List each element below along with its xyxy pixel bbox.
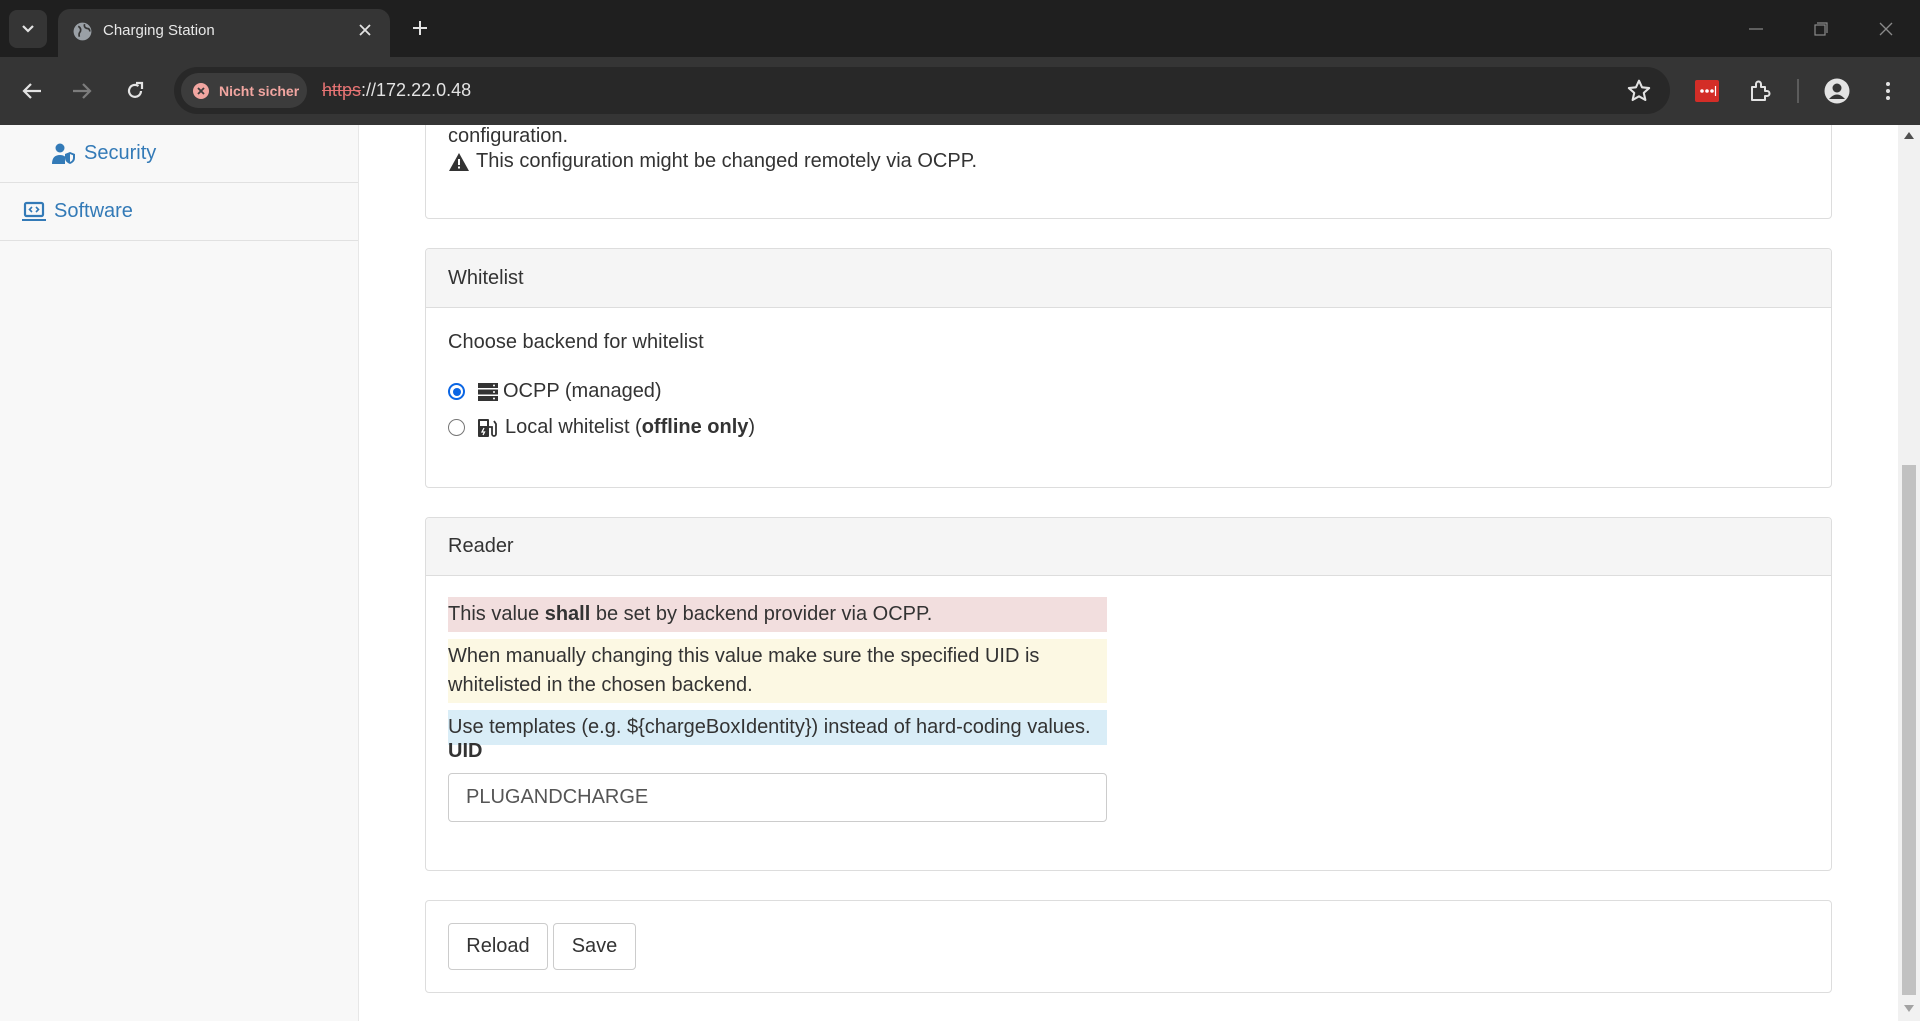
alert-templates-hint: Use templates (e.g. ${chargeBoxIdentity}… [448, 710, 1107, 745]
avatar-icon [1824, 78, 1850, 104]
browser-toolbar: Nicht sicher https://172.22.0.48 [0, 57, 1920, 125]
reader-panel: Reader This value shall be set by backen… [425, 517, 1832, 871]
uid-label: UID [448, 740, 483, 762]
url-host: ://172.22.0.48 [361, 80, 472, 100]
config-text-fragment: configuration. [448, 125, 569, 147]
security-chip-label: Nicht sicher [219, 82, 300, 99]
browser-menu-button[interactable] [1871, 74, 1905, 108]
sidebar-item-label: Security [84, 142, 157, 164]
sidebar: Security Software [0, 125, 359, 1021]
security-chip[interactable]: Nicht sicher [181, 73, 307, 108]
radio-label-local: Local whitelist (offline only) [505, 416, 756, 438]
radio-button-ocpp[interactable] [448, 383, 465, 400]
url-text[interactable]: https://172.22.0.48 [322, 80, 471, 101]
alert-backend-provider: This value shall be set by backend provi… [448, 597, 1107, 632]
whitelist-prompt: Choose backend for whitelist [448, 331, 704, 353]
extensions-button[interactable] [1743, 74, 1777, 108]
close-window-button[interactable] [1871, 14, 1901, 44]
reader-heading: Reader [426, 518, 1831, 576]
tab-search-button[interactable] [9, 10, 47, 48]
arrow-left-icon [22, 83, 41, 99]
globe-icon [73, 22, 92, 41]
uid-input[interactable] [448, 773, 1107, 822]
chevron-down-icon [22, 25, 34, 33]
forward-button[interactable] [65, 74, 99, 108]
tab-title: Charging Station [103, 22, 215, 39]
reload-button[interactable]: Reload [448, 923, 548, 970]
whitelist-heading: Whitelist [426, 249, 1831, 308]
laptop-code-icon [22, 201, 46, 221]
radio-ocpp-managed[interactable]: OCPP (managed) [448, 380, 662, 403]
scroll-down-arrow[interactable] [1903, 1002, 1915, 1014]
triangle-up-icon [1904, 131, 1914, 139]
page-content: Security Software configuration. This co… [0, 125, 1920, 1021]
save-button[interactable]: Save [553, 923, 636, 970]
radio-local-whitelist[interactable]: Local whitelist (offline only) [448, 416, 755, 439]
sidebar-item-software[interactable]: Software [0, 183, 358, 241]
reload-icon [127, 81, 144, 98]
actions-panel: Reload Save [425, 900, 1832, 993]
server-icon [478, 382, 498, 401]
not-secure-icon [193, 82, 209, 99]
scroll-up-arrow[interactable] [1903, 129, 1915, 141]
scrollbar-thumb[interactable] [1902, 465, 1916, 995]
warning-icon [449, 152, 469, 171]
arrow-right-icon [73, 83, 92, 99]
browser-tab-bar: Charging Station [0, 0, 1920, 57]
sidebar-item-security[interactable]: Security [0, 125, 358, 183]
close-icon [1879, 22, 1893, 36]
restore-button[interactable] [1806, 14, 1836, 44]
close-icon [359, 24, 371, 36]
bookmark-star-icon[interactable] [1626, 78, 1652, 104]
tab-close-button[interactable] [354, 19, 376, 41]
reload-page-button[interactable] [118, 74, 152, 108]
remote-change-warning: This configuration might be changed remo… [448, 150, 977, 173]
configuration-panel: configuration. This configuration might … [425, 125, 1832, 219]
extension-lastpass-button[interactable] [1690, 74, 1724, 108]
alert-manual-change: When manually changing this value make s… [448, 639, 1107, 703]
toolbar-separator [1797, 79, 1799, 103]
profile-button[interactable] [1820, 74, 1854, 108]
address-bar[interactable]: Nicht sicher https://172.22.0.48 [174, 67, 1670, 114]
kebab-menu-icon [1886, 82, 1890, 100]
page-scrollbar[interactable] [1898, 125, 1920, 1021]
back-button[interactable] [15, 74, 49, 108]
triangle-down-icon [1904, 1004, 1914, 1012]
url-scheme: https [322, 80, 362, 100]
user-shield-icon [52, 143, 75, 164]
minimize-button[interactable] [1741, 14, 1771, 44]
minimize-icon [1749, 28, 1763, 30]
whitelist-panel: Whitelist Choose backend for whitelist O… [425, 248, 1832, 488]
warning-text: This configuration might be changed remo… [476, 150, 978, 172]
puzzle-icon [1751, 80, 1771, 101]
browser-tab[interactable]: Charging Station [58, 9, 390, 57]
radio-button-local[interactable] [448, 419, 465, 436]
charging-station-icon [478, 418, 497, 437]
plus-icon [413, 21, 427, 35]
sidebar-item-label: Software [54, 200, 133, 222]
radio-label-ocpp: OCPP (managed) [503, 380, 662, 402]
new-tab-button[interactable] [406, 14, 434, 42]
restore-icon [1814, 22, 1828, 36]
password-manager-icon [1695, 80, 1719, 102]
